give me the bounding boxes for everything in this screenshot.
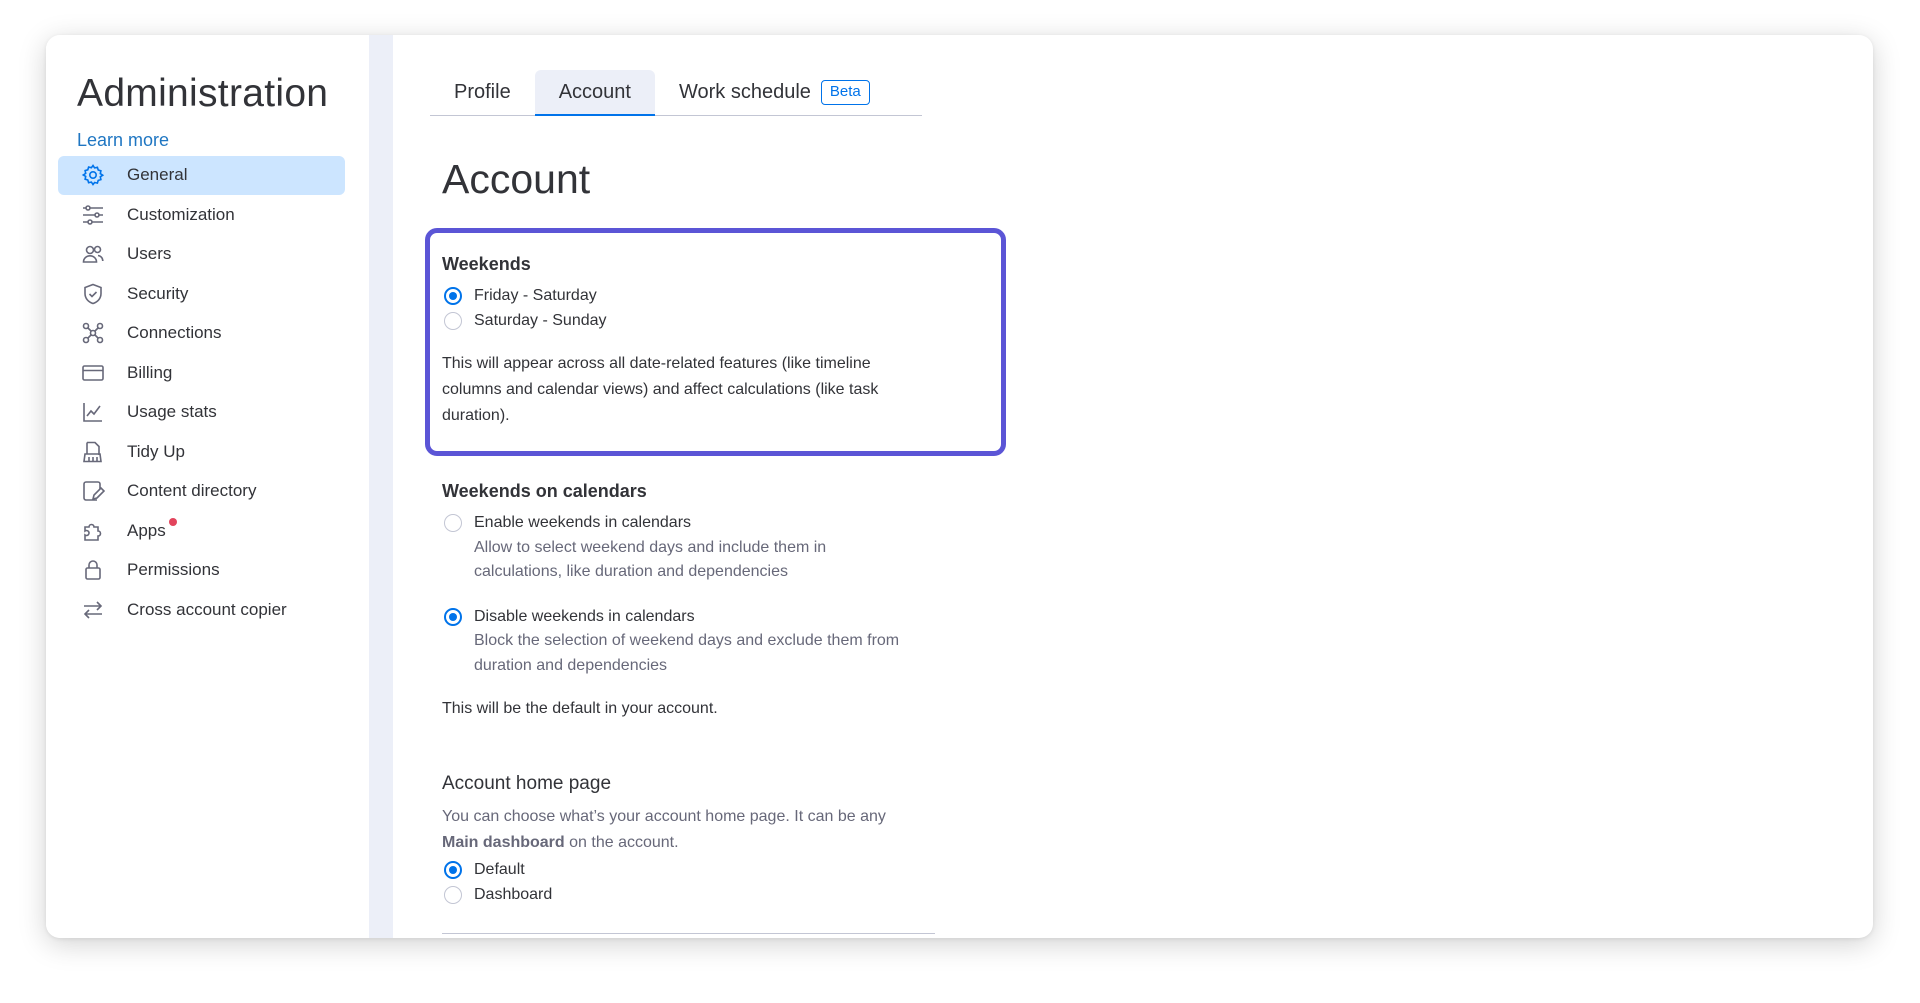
users-icon (80, 241, 106, 267)
sidebar-item-usage-stats[interactable]: Usage stats (58, 393, 345, 432)
sidebar: Administration Learn more General Custom… (46, 35, 369, 938)
sidebar-item-label: Billing (127, 362, 173, 382)
sidebar-nav: General Customization Users Security Con… (58, 155, 345, 630)
sidebar-item-label: Users (127, 244, 172, 264)
weekends-heading: Weekends (442, 254, 531, 274)
radio-label: Dashboard (474, 885, 553, 903)
sidebar-item-tidy-up[interactable]: Tidy Up (58, 432, 345, 471)
sidebar-item-cross-account-copier[interactable]: Cross account copier (58, 590, 345, 629)
sidebar-item-label: Permissions (127, 560, 220, 580)
weekends-section: Weekends Friday - Saturday Saturday - Su… (442, 254, 962, 429)
sidebar-item-label: General (127, 165, 188, 185)
radio-description: Block the selection of weekend days and … (474, 632, 900, 674)
sidebar-item-apps[interactable]: Apps (58, 511, 345, 550)
radio-content: Disable weekends in calendars Block the … (474, 605, 919, 679)
sidebar-item-content-directory[interactable]: Content directory (58, 472, 345, 511)
tab-label: Profile (454, 81, 511, 103)
sidebar-item-label: Connections (127, 323, 222, 343)
sidebar-item-label: Content directory (127, 481, 257, 501)
sidebar-item-label: Cross account copier (127, 599, 287, 619)
sidebar-item-general[interactable]: General (58, 155, 345, 195)
radio-label: Saturday - Sunday (474, 311, 607, 329)
sidebar-item-users[interactable]: Users (58, 235, 345, 274)
sidebar-item-label: Usage stats (127, 402, 217, 422)
page-title: Account (442, 156, 591, 202)
description-bold-text: Main dashboard (442, 834, 565, 851)
connections-icon (80, 320, 106, 346)
credit-card-icon (80, 360, 106, 386)
home-page-description: You can choose what’s your account home … (442, 804, 942, 856)
radio-dashboard[interactable]: Dashboard (442, 883, 962, 908)
description-text: on the account. (569, 834, 679, 851)
arrows-swap-icon (80, 597, 106, 623)
radio-button[interactable] (444, 287, 462, 305)
notification-dot (168, 517, 177, 526)
content-directory-icon (80, 478, 106, 504)
account-home-page-heading: Account home page (442, 773, 612, 794)
learn-more-link[interactable]: Learn more (58, 130, 169, 151)
radio-label: Default (474, 861, 525, 878)
account-home-page-section: Account home page You can choose what’s … (442, 773, 962, 907)
radio-disable-weekends[interactable]: Disable weekends in calendars Block the … (442, 605, 962, 679)
radio-enable-weekends[interactable]: Enable weekends in calendars Allow to se… (442, 511, 962, 585)
weekends-default-note: This will be the default in your account… (442, 700, 718, 717)
radio-button[interactable] (444, 311, 462, 330)
sidebar-item-customization[interactable]: Customization (58, 195, 345, 234)
radio-button[interactable] (444, 607, 462, 626)
sidebar-item-label: Apps (127, 520, 166, 540)
tab-bar: Profile Account Work schedule Beta (430, 70, 922, 116)
shield-icon (80, 281, 106, 307)
tab-work-schedule[interactable]: Work schedule Beta (655, 70, 894, 115)
weekends-description: This will appear across all date-related… (442, 355, 879, 424)
radio-description: Allow to select weekend days and include… (474, 538, 827, 581)
sidebar-item-label: Customization (127, 204, 235, 224)
description-text: You can choose what’s your account home … (442, 808, 886, 825)
sliders-icon (80, 202, 106, 228)
tab-profile[interactable]: Profile (430, 70, 535, 115)
chart-line-icon (80, 399, 106, 425)
sidebar-item-label: Security (127, 283, 189, 303)
radio-label: Enable weekends in calendars (474, 514, 692, 531)
sidebar-divider (369, 35, 393, 938)
radio-friday-saturday[interactable]: Friday - Saturday (442, 284, 962, 309)
sidebar-item-label: Tidy Up (127, 441, 185, 461)
sidebar-title: Administration (77, 72, 329, 115)
radio-label: Disable weekends in calendars (474, 607, 695, 625)
radio-saturday-sunday[interactable]: Saturday - Sunday (442, 309, 962, 334)
radio-button[interactable] (444, 861, 462, 879)
sidebar-item-connections[interactable]: Connections (58, 314, 345, 353)
tab-label: Work schedule (678, 81, 811, 103)
gear-icon (80, 162, 106, 188)
sidebar-item-billing[interactable]: Billing (58, 353, 345, 392)
radio-content: Enable weekends in calendars Allow to se… (474, 511, 894, 585)
sidebar-item-permissions[interactable]: Permissions (58, 551, 345, 590)
tab-account[interactable]: Account (534, 70, 656, 116)
puzzle-icon (80, 518, 106, 544)
weekends-on-calendars-heading: Weekends on calendars (442, 481, 647, 501)
broom-icon (80, 439, 106, 465)
radio-default[interactable]: Default (442, 858, 962, 883)
beta-badge: Beta (820, 80, 870, 105)
section-divider (442, 933, 935, 934)
radio-button[interactable] (444, 885, 462, 904)
radio-label: Friday - Saturday (474, 287, 597, 304)
radio-button[interactable] (444, 514, 462, 532)
tab-label: Account (558, 81, 631, 103)
sidebar-item-security[interactable]: Security (58, 274, 345, 313)
weekends-on-calendars-section: Weekends on calendars Enable weekends in… (442, 481, 962, 722)
lock-icon (80, 557, 106, 583)
